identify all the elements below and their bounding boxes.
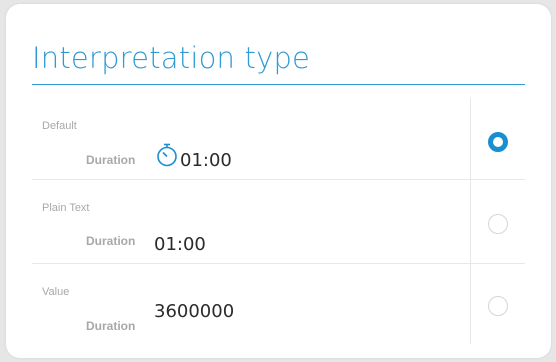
- column-divider: [470, 98, 471, 344]
- duration-value: 3600000: [154, 301, 235, 322]
- option-label: Default: [42, 120, 77, 132]
- radio-value[interactable]: [488, 296, 508, 316]
- field-label: Duration: [86, 319, 136, 333]
- stopwatch-icon: [157, 143, 177, 167]
- option-plain-text[interactable]: Plain Text Duration 01:00: [32, 180, 525, 264]
- field-label: Duration: [86, 234, 136, 248]
- option-value[interactable]: Value Duration 3600000: [32, 264, 525, 344]
- duration-value: 01:00: [154, 234, 206, 255]
- option-label: Value: [42, 286, 70, 298]
- interpretation-type-card: Interpretation type Default Duration 01:…: [6, 4, 551, 358]
- radio-plain-text[interactable]: [488, 214, 508, 234]
- radio-default[interactable]: [488, 132, 508, 152]
- field-label: Duration: [86, 153, 136, 167]
- option-default[interactable]: Default Duration 01:00: [32, 98, 525, 180]
- section-title: Interpretation type: [32, 38, 525, 85]
- duration-value: 01:00: [180, 150, 232, 171]
- option-label: Plain Text: [42, 202, 90, 214]
